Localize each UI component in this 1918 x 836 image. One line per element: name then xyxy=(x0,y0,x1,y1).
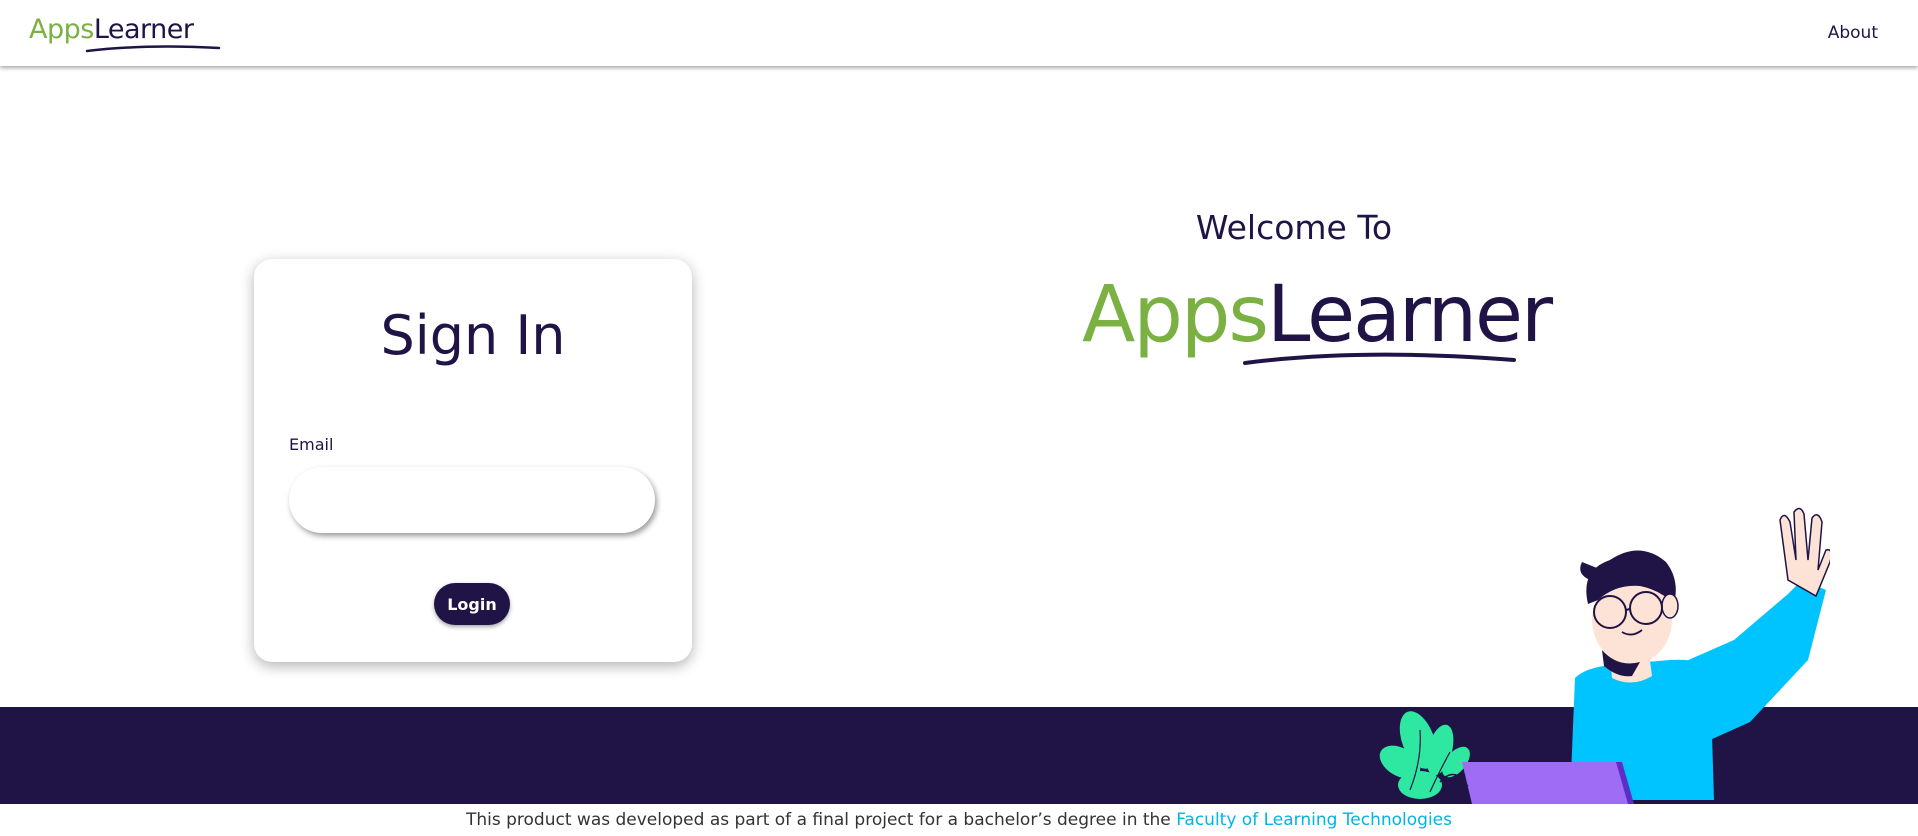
faculty-link[interactable]: Faculty of Learning Technologies xyxy=(1176,810,1452,830)
welcome-logo-underline-icon xyxy=(1243,352,1516,365)
welcome-logo-apps: Apps xyxy=(1082,270,1269,360)
waving-student-illustration-icon xyxy=(1379,507,1830,804)
welcome-logo: AppsLearner xyxy=(1082,270,1553,380)
brand-logo[interactable]: AppsLearner xyxy=(29,14,221,53)
email-label: Email xyxy=(289,435,334,454)
top-navbar: AppsLearner About xyxy=(0,0,1918,66)
nav-about-link[interactable]: About xyxy=(1828,23,1878,43)
logo-learner-text: Learner xyxy=(93,14,194,45)
login-button[interactable]: Login xyxy=(434,583,510,625)
email-field[interactable] xyxy=(289,467,655,533)
welcome-heading: Welcome To xyxy=(1195,208,1393,247)
footer-text: This product was developed as part of a … xyxy=(465,810,1177,830)
logo-apps-text: Apps xyxy=(29,14,94,45)
logo-underline-icon xyxy=(85,45,221,53)
signin-card: Sign In Email Login xyxy=(254,259,692,662)
footer-note: This product was developed as part of a … xyxy=(0,810,1918,830)
signin-title: Sign In xyxy=(380,304,566,367)
